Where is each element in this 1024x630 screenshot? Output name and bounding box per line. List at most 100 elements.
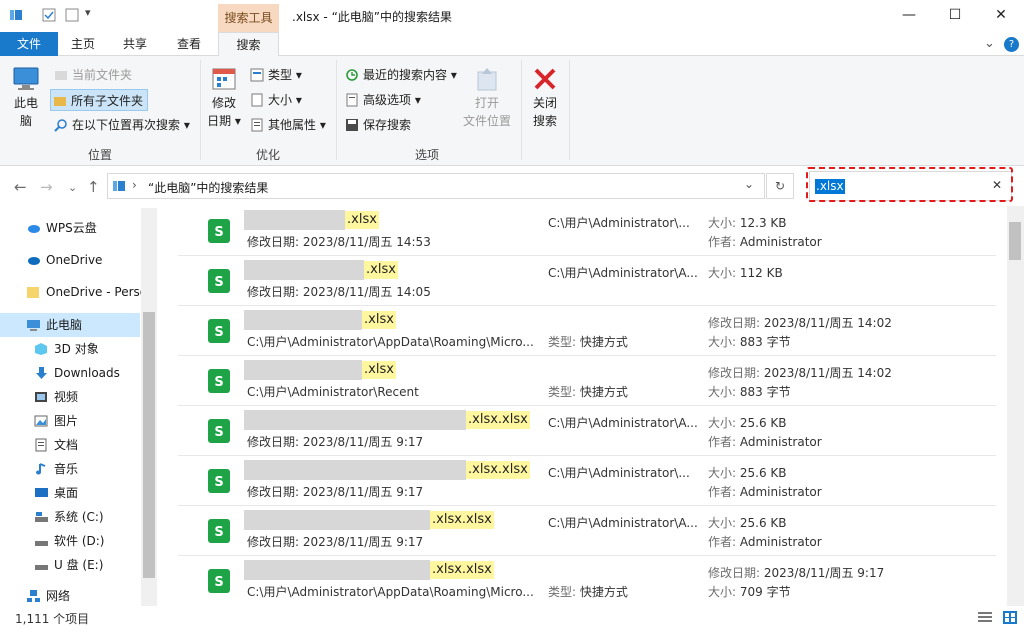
meta-value: 2023/8/11/周五 14:02: [763, 366, 892, 380]
meta-value: 25.6 KB: [739, 466, 787, 480]
open-location-label-1: 打开: [474, 96, 499, 110]
meta-value: Administrator: [739, 435, 822, 449]
redacted-filename: [244, 260, 364, 280]
save-search-label: 保存搜索: [363, 118, 412, 132]
size-button[interactable]: 大小 ▾: [248, 89, 302, 111]
close-window-button[interactable]: ✕: [978, 0, 1024, 32]
redacted-filename: [244, 210, 345, 230]
minimize-button[interactable]: —: [886, 0, 932, 32]
tab-file[interactable]: 文件: [0, 32, 58, 56]
search-ribbon: 此电 脑 当前文件夹 所有子文件夹 在以下位置再次搜索 ▾ 位置 修改 日期 ▾…: [0, 56, 1024, 166]
properties-list-icon: [251, 118, 263, 132]
search-tools-context-label: 搜索工具: [218, 4, 279, 32]
usb-drive-icon: [35, 565, 48, 570]
redacted-filename: [244, 560, 430, 580]
size-label: 大小 ▾: [268, 93, 302, 107]
advanced-options-button[interactable]: 高级选项 ▾: [343, 89, 421, 111]
nav-item-drive-c[interactable]: 系统 (C:): [34, 505, 141, 529]
tab-share[interactable]: 共享: [116, 32, 154, 56]
kind-button[interactable]: 类型 ▾: [248, 64, 302, 86]
nav-item-network[interactable]: 网络: [26, 584, 141, 608]
nav-item-wps-cloud[interactable]: WPS云盘: [26, 216, 141, 240]
up-button[interactable]: ↑: [87, 178, 100, 196]
explorer-app-icon: [10, 10, 22, 20]
result-row[interactable]: S .xlsx.xlsx C:\用户\Administrator\AppData…: [178, 556, 996, 606]
nav-item-desktop[interactable]: 桌面: [34, 481, 141, 505]
meta-key: 修改日期:: [708, 366, 761, 380]
this-pc-button[interactable]: 此电 脑: [6, 66, 46, 130]
details-view-icon[interactable]: [978, 611, 992, 624]
picture-icon: [34, 415, 48, 427]
recent-locations-button[interactable]: ⌄: [68, 181, 77, 194]
this-pc-label-2: 脑: [19, 114, 32, 128]
maximize-button[interactable]: ☐: [932, 0, 978, 32]
forward-button[interactable]: →: [40, 178, 53, 196]
all-subfolders-button[interactable]: 所有子文件夹: [50, 89, 149, 111]
address-bar[interactable]: › “此电脑”中的搜索结果 ⌄: [107, 173, 765, 199]
kind-icon: [250, 68, 264, 82]
nav-label: Downloads: [54, 366, 120, 380]
result-row[interactable]: S .xlsx.xlsx 修改日期: 2023/8/11/周五 9:17 C:\…: [178, 406, 996, 456]
results-scroll-thumb[interactable]: [1009, 222, 1021, 260]
tab-view[interactable]: 查看: [170, 32, 208, 56]
tab-home[interactable]: 主页: [64, 32, 102, 56]
refresh-button[interactable]: ↻: [766, 173, 794, 199]
filename-match-highlight: .xlsx: [364, 261, 398, 279]
nav-item-documents[interactable]: 文档: [34, 433, 141, 457]
nav-item-pictures[interactable]: 图片: [34, 409, 141, 433]
properties-icon[interactable]: [42, 8, 56, 22]
result-path: C:\用户\Administrator\...: [548, 466, 690, 480]
nav-item-3d-objects[interactable]: 3D 对象: [34, 337, 141, 361]
sidebar-scroll-thumb[interactable]: [143, 312, 155, 578]
meta-key: 大小:: [708, 585, 737, 599]
nav-item-downloads[interactable]: Downloads: [34, 361, 141, 385]
result-subline: C:\用户\Administrator\Recent: [247, 385, 419, 399]
recent-searches-button[interactable]: 最近的搜索内容 ▾: [343, 64, 457, 86]
filename-match-highlight: .xlsx.xlsx: [466, 411, 530, 429]
meta-key: 作者:: [708, 535, 737, 549]
back-button[interactable]: ←: [14, 178, 27, 196]
search-again-button[interactable]: 在以下位置再次搜索 ▾: [52, 114, 190, 136]
help-icon[interactable]: ?: [1004, 37, 1019, 52]
open-file-location-button[interactable]: 打开 文件位置: [458, 66, 516, 130]
result-path: C:\用户\Administrator\A...: [548, 266, 698, 280]
svg-text:S: S: [214, 575, 223, 590]
breadcrumb[interactable]: “此电脑”中的搜索结果: [148, 179, 268, 196]
ribbon-separator: [569, 60, 570, 160]
filename-match-highlight: .xlsx.xlsx: [430, 511, 494, 529]
quick-access-dropdown-icon[interactable]: ▾: [85, 6, 91, 19]
result-subline: 修改日期: 2023/8/11/周五 14:05: [247, 285, 431, 299]
result-subline: 修改日期: 2023/8/11/周五 9:17: [247, 435, 424, 449]
current-folder-button[interactable]: 当前文件夹: [52, 64, 132, 86]
nav-label: 3D 对象: [54, 342, 99, 356]
close-search-button[interactable]: 关闭 搜索: [524, 66, 566, 130]
onedrive-cloud-icon: [28, 257, 40, 265]
nav-item-drive-d[interactable]: 软件 (D:): [34, 529, 141, 553]
large-icons-view-icon[interactable]: [1003, 611, 1017, 624]
recent-searches-label: 最近的搜索内容 ▾: [363, 68, 457, 82]
nav-item-videos[interactable]: 视频: [34, 385, 141, 409]
item-count: 1,111 个项目: [15, 612, 90, 626]
ribbon-expand-icon[interactable]: ⌄: [984, 36, 995, 51]
result-row[interactable]: S .xlsx 修改日期: 2023/8/11/周五 14:05 C:\用户\A…: [178, 256, 996, 306]
date-modified-button[interactable]: 修改 日期 ▾: [204, 66, 244, 130]
result-row[interactable]: S .xlsx.xlsx 修改日期: 2023/8/11/周五 9:17 C:\…: [178, 456, 996, 506]
meta-key: 作者:: [708, 435, 737, 449]
results-scrollbar[interactable]: [1007, 206, 1024, 606]
nav-item-music[interactable]: 音乐: [34, 457, 141, 481]
result-row[interactable]: S .xlsx 修改日期: 2023/8/11/周五 14:53 C:\用户\A…: [178, 206, 996, 256]
nav-item-onedrive[interactable]: OneDrive: [26, 248, 141, 272]
tab-search[interactable]: 搜索: [218, 32, 279, 57]
network-icon: [27, 590, 40, 602]
nav-item-this-pc[interactable]: 此电脑: [26, 313, 141, 337]
save-search-button[interactable]: 保存搜索: [343, 114, 411, 136]
address-dropdown-icon[interactable]: ⌄: [744, 177, 754, 191]
nav-item-onedrive-personal[interactable]: OneDrive - Perso: [26, 280, 141, 304]
search-again-label: 在以下位置再次搜索 ▾: [72, 118, 190, 132]
result-row[interactable]: S .xlsx C:\用户\Administrator\AppData\Roam…: [178, 306, 996, 356]
result-row[interactable]: S .xlsx.xlsx 修改日期: 2023/8/11/周五 9:17 C:\…: [178, 506, 996, 556]
new-folder-icon[interactable]: [65, 8, 79, 22]
other-properties-button[interactable]: 其他属性 ▾: [248, 114, 326, 136]
result-row[interactable]: S .xlsx C:\用户\Administrator\Recent 类型: 快…: [178, 356, 996, 406]
nav-item-drive-e[interactable]: U 盘 (E:): [34, 553, 141, 577]
